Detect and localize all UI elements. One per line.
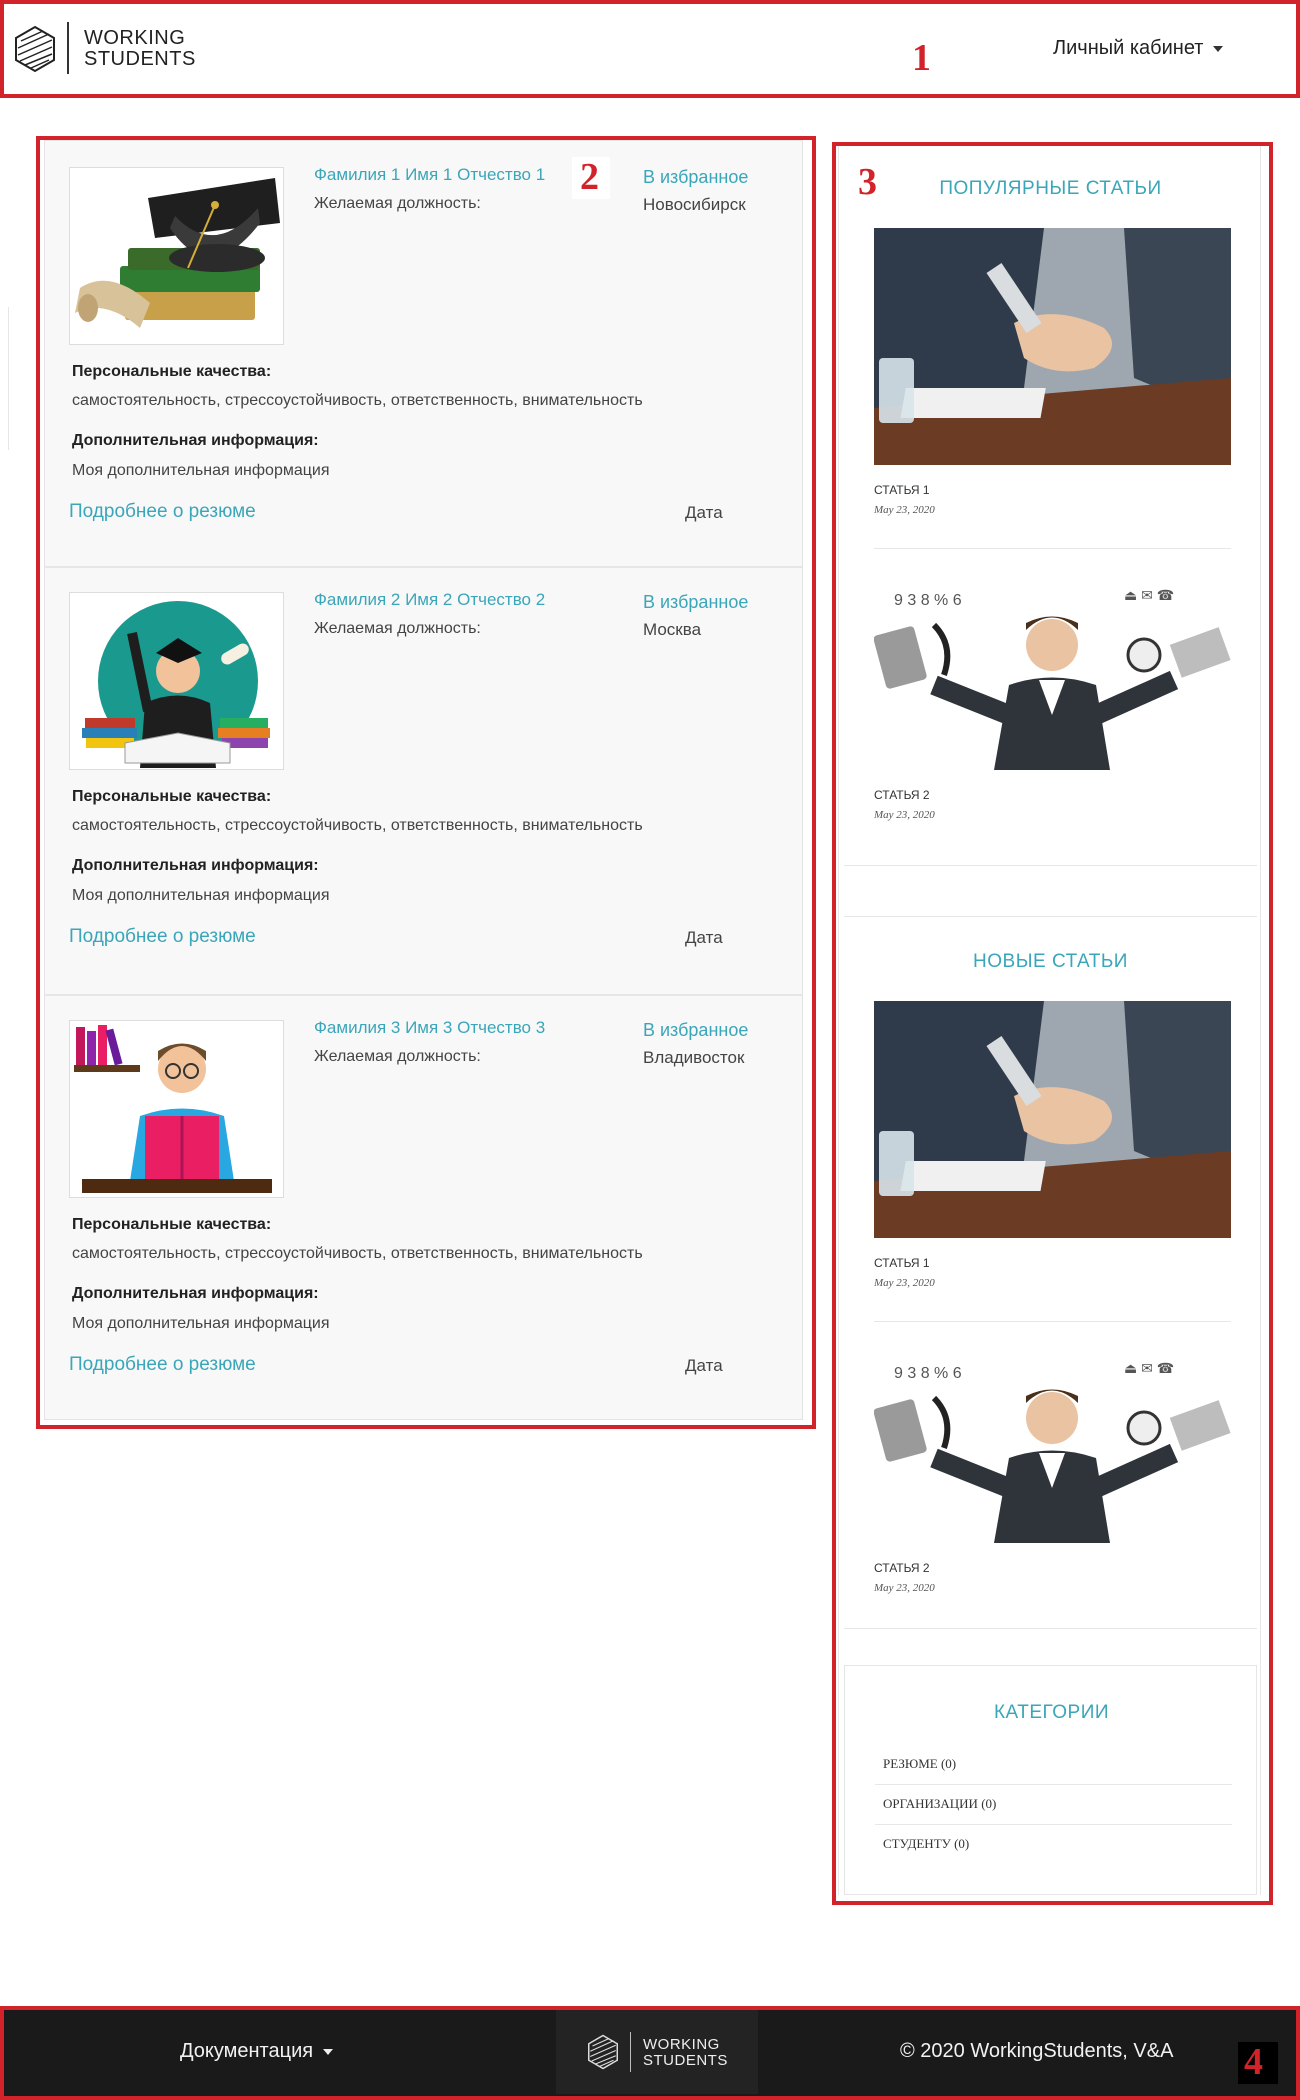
annotation-number-3: 3 [858, 161, 877, 203]
annotation-number-2: 2 [580, 156, 599, 198]
stray-line [8, 307, 9, 450]
annotation-box-4 [0, 2006, 1300, 2100]
annotation-box-1 [0, 0, 1300, 98]
annotation-box-2 [36, 136, 816, 1429]
annotation-number-1: 1 [912, 37, 931, 79]
annotation-box-3 [832, 142, 1273, 1905]
annotation-number-4: 4 [1244, 2041, 1263, 2083]
